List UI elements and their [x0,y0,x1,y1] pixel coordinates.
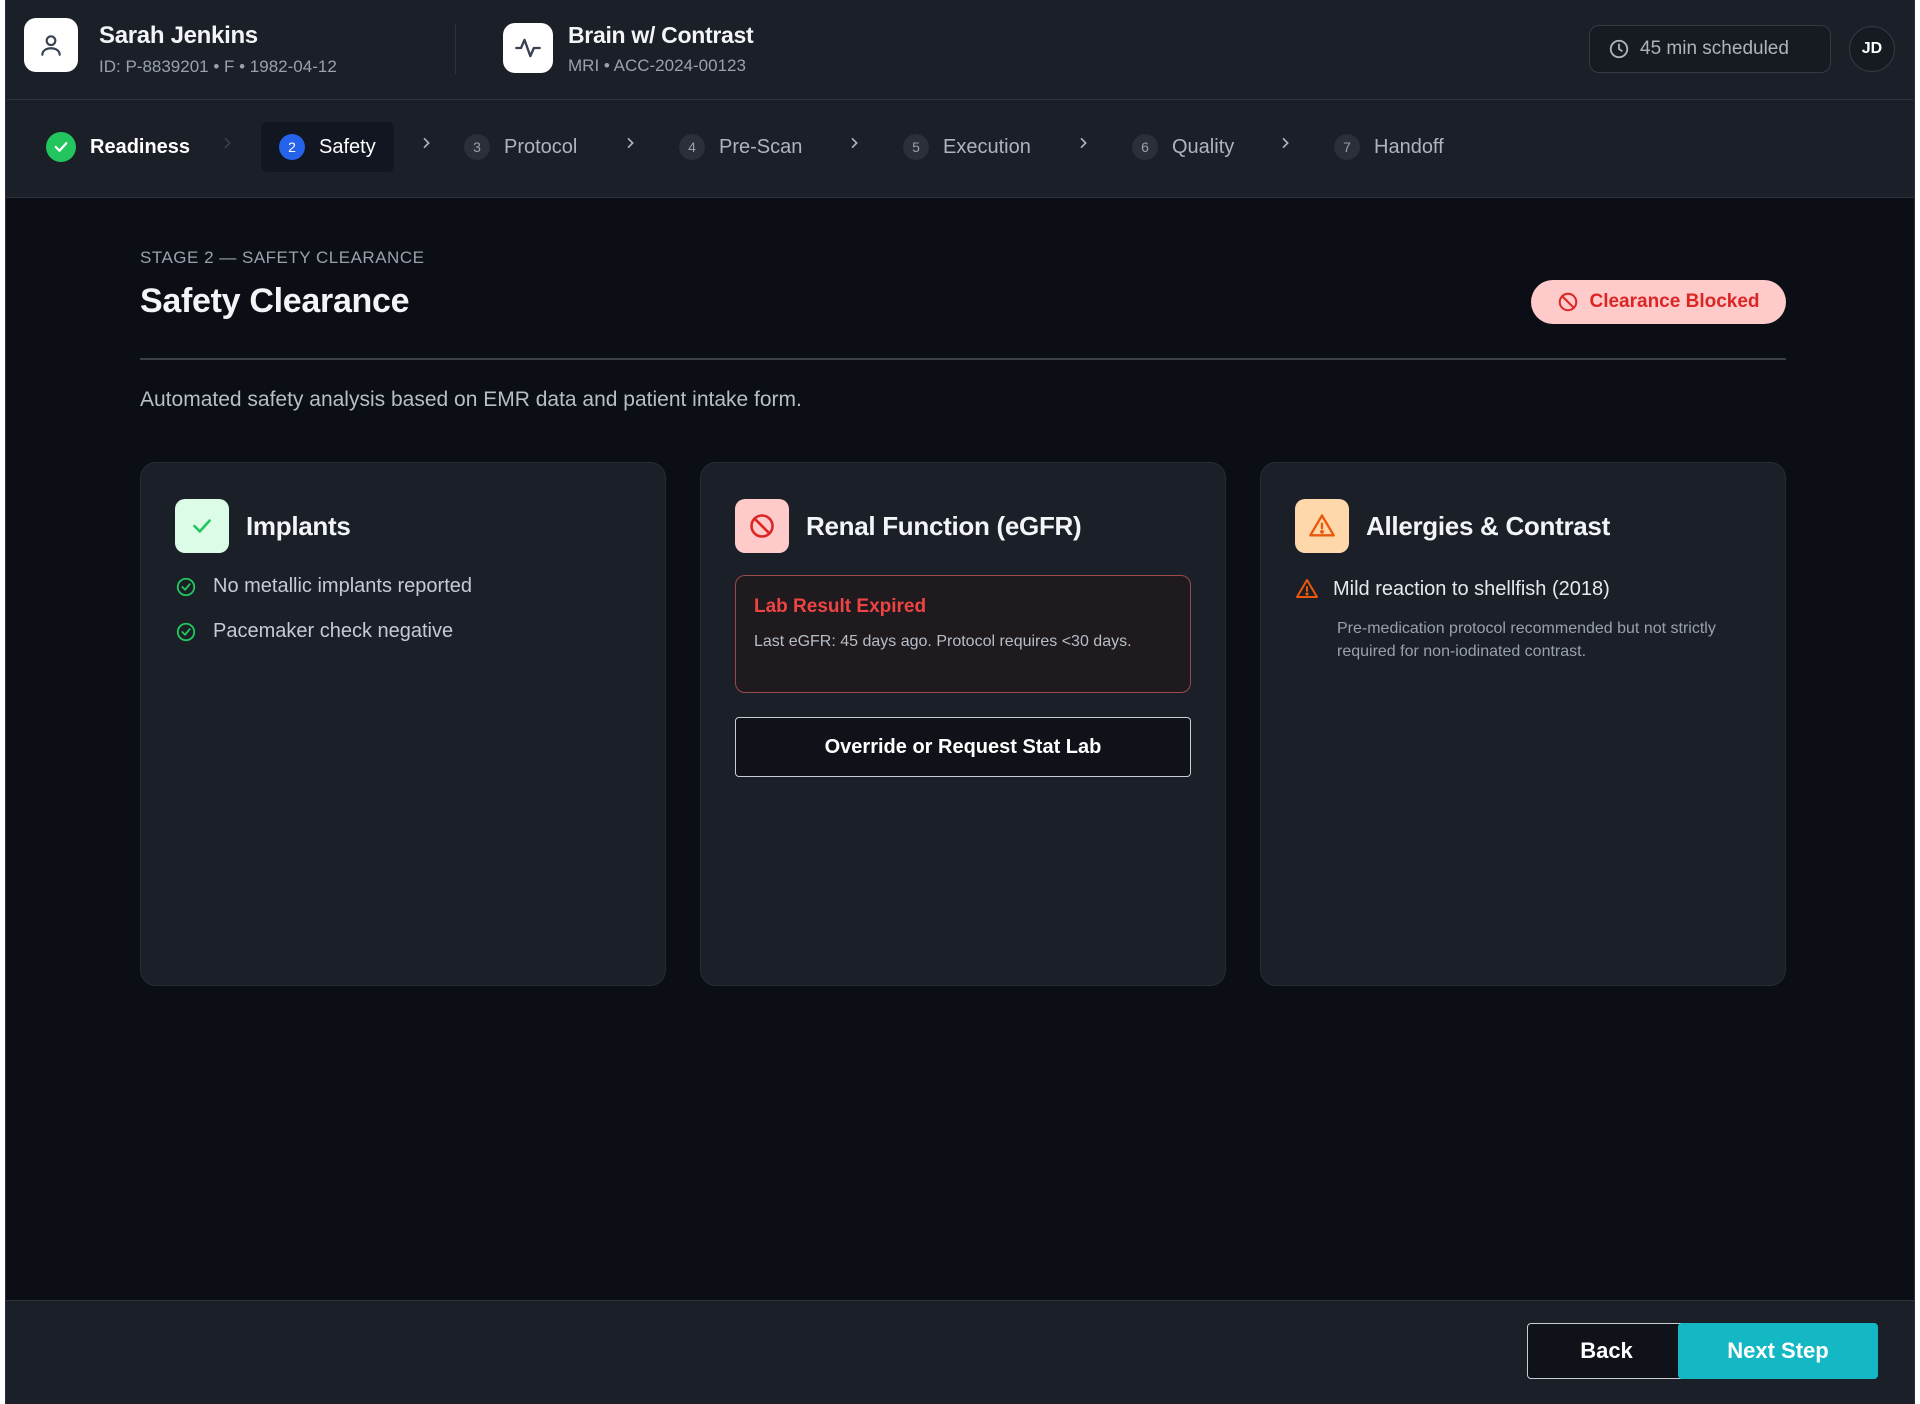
chevron-right-icon [851,137,858,149]
step-number: 3 [464,134,490,160]
check-icon [175,499,229,553]
override-button[interactable]: Override or Request Stat Lab [735,717,1191,777]
next-step-button[interactable]: Next Step [1678,1323,1878,1379]
user-icon [24,18,78,72]
check-circle-icon [176,577,196,596]
schedule-badge: 45 min scheduled [1589,25,1831,73]
chevron-right-icon [224,137,231,149]
step-label: Pre-Scan [719,135,803,158]
list-item-text: No metallic implants reported [213,575,472,597]
avatar[interactable]: JD [1849,26,1895,72]
alert-body: Last eGFR: 45 days ago. Protocol require… [754,633,1132,650]
step-number: 6 [1132,134,1158,160]
chevron-right-icon [1080,137,1087,149]
step-label: Quality [1172,135,1235,158]
stage-eyebrow: STAGE 2 — SAFETY CLEARANCE [140,248,425,267]
step-number: 5 [903,134,929,160]
step-label: Readiness [90,135,191,158]
list-item: Pacemaker check negative [175,620,453,643]
allergy-text: Mild reaction to shellfish (2018) [1333,577,1610,600]
step-handoff[interactable]: 7 Handoff [1334,122,1444,172]
patient-meta: ID: P-8839201 • F • 1982-04-12 [99,57,337,76]
exam-title: Brain w/ Contrast [568,22,754,48]
allergy-item: Mild reaction to shellfish (2018) [1295,577,1610,601]
allergies-card: Allergies & Contrast Mild reaction to sh… [1260,462,1786,986]
section-divider [140,358,1786,360]
chevron-right-icon [627,137,634,149]
ban-icon [1559,292,1578,312]
step-label: Handoff [1374,135,1444,158]
stepper: Readiness 2 Safety 3 Protocol 4 Pre-Scan… [6,100,1914,198]
step-safety[interactable]: 2 Safety [261,122,394,172]
step-number: 2 [279,134,305,160]
status-badge-label: Clearance Blocked [1589,291,1760,312]
card-title: Renal Function (eGFR) [806,511,1082,541]
check-circle-icon [46,132,76,162]
status-badge: Clearance Blocked [1531,280,1786,324]
list-item-text: Pacemaker check negative [213,620,454,642]
footer-bar: Back Next Step [6,1300,1914,1404]
exam-meta: MRI • ACC-2024-00123 [568,56,746,75]
step-label: Safety [319,135,376,158]
card-title: Allergies & Contrast [1366,511,1610,541]
app-window: Sarah Jenkins ID: P-8839201 • F • 1982-0… [5,0,1915,1404]
alert-title: Lab Result Expired [754,596,927,617]
page-description: Automated safety analysis based on EMR d… [140,388,802,411]
check-circle-icon [176,622,196,641]
schedule-label: 45 min scheduled [1640,38,1789,59]
header-bar: Sarah Jenkins ID: P-8839201 • F • 1982-0… [6,0,1914,100]
chevron-right-icon [1282,137,1289,149]
step-execution[interactable]: 5 Execution [903,122,1031,172]
step-pre-scan[interactable]: 4 Pre-Scan [679,122,802,172]
warning-icon [1296,579,1318,598]
warning-icon [1295,499,1349,553]
lab-alert: Lab Result Expired Last eGFR: 45 days ag… [735,575,1191,693]
renal-card: Renal Function (eGFR) Lab Result Expired… [700,462,1226,986]
page-title: Safety Clearance [140,282,410,320]
step-label: Execution [943,135,1031,158]
header-divider [455,24,456,74]
allergy-note: Pre-medication protocol recommended but … [1337,620,1716,660]
back-button[interactable]: Back [1527,1323,1686,1379]
step-number: 7 [1334,134,1360,160]
step-label: Protocol [504,135,578,158]
card-title: Implants [246,511,351,541]
chevron-right-icon [423,137,430,149]
ban-icon [735,499,789,553]
patient-name: Sarah Jenkins [99,22,258,49]
clock-icon [1609,39,1629,59]
activity-icon [503,23,553,73]
step-protocol[interactable]: 3 Protocol [464,122,577,172]
step-quality[interactable]: 6 Quality [1132,122,1234,172]
list-item: No metallic implants reported [175,575,472,598]
step-readiness[interactable]: Readiness [46,122,190,172]
implants-card: Implants No metallic implants reported P… [140,462,666,986]
step-number: 4 [679,134,705,160]
